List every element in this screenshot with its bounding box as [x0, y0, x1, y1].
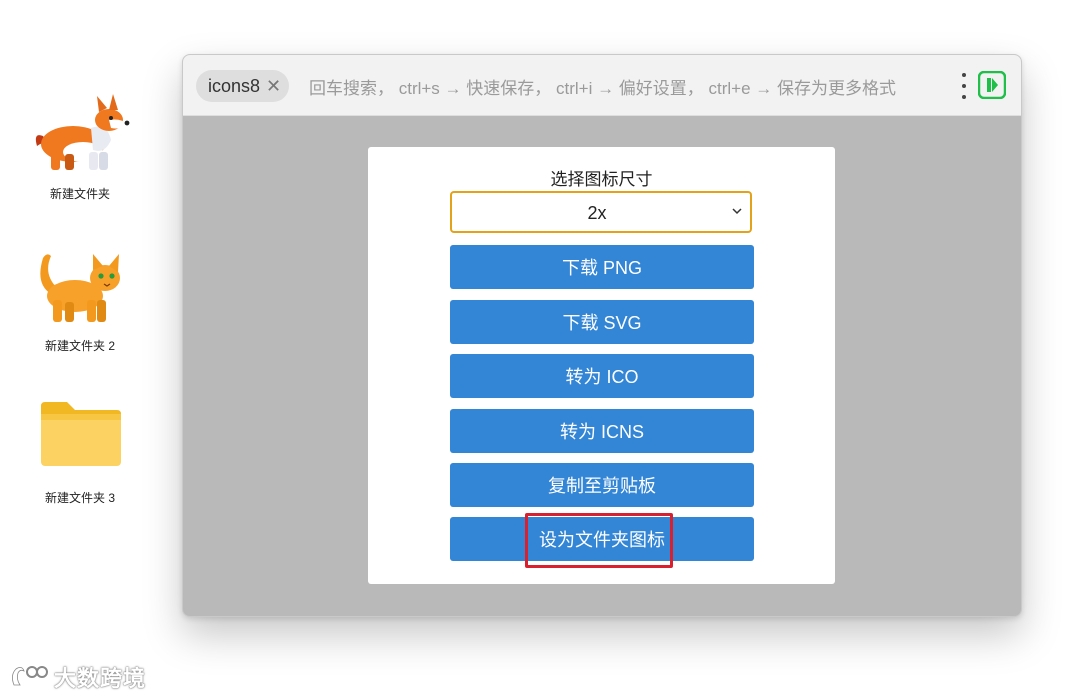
icon-size-value: 2x: [587, 203, 607, 223]
plugin-logo-icon[interactable]: [978, 71, 1006, 99]
search-hint[interactable]: 回车搜索， ctrl+s → 快速保存， ctrl+i → 偏好设置， ctrl…: [309, 74, 964, 99]
copy-to-clipboard-button[interactable]: 复制至剪贴板: [450, 463, 754, 507]
corgi-icon: [35, 94, 130, 170]
highlight-box: [525, 513, 673, 568]
more-options-icon[interactable]: [961, 73, 967, 99]
desktop-item-folder-2[interactable]: 新建文件夹 2: [25, 244, 135, 354]
chevron-down-icon: [732, 208, 742, 215]
download-svg-button[interactable]: 下载 SVG: [450, 300, 754, 344]
search-chip[interactable]: icons8 ✕: [196, 70, 290, 102]
convert-ico-button[interactable]: 转为 ICO: [450, 354, 754, 398]
desktop-item-label: 新建文件夹 3: [44, 491, 115, 505]
download-png-button[interactable]: 下载 PNG: [450, 245, 754, 289]
panel-title: 选择图标尺寸: [550, 170, 653, 189]
convert-icns-button[interactable]: 转为 ICNS: [450, 409, 754, 453]
watermark: 大数跨境: [8, 661, 146, 693]
desktop-item-folder-1[interactable]: 新建文件夹: [25, 92, 135, 202]
watermark-text: 大数跨境: [54, 666, 147, 691]
icon-size-select[interactable]: 2x: [450, 191, 752, 233]
cat-icon: [40, 254, 120, 322]
search-bar: icons8 ✕ 回车搜索， ctrl+s → 快速保存， ctrl+i → 偏…: [183, 55, 1021, 116]
desktop-item-label: 新建文件夹: [49, 187, 110, 201]
desktop-item-folder-3[interactable]: 新建文件夹 3: [25, 396, 135, 506]
close-icon[interactable]: ✕: [266, 76, 281, 97]
desktop-item-label: 新建文件夹 2: [44, 339, 115, 353]
watermark-logo-icon: [12, 666, 48, 686]
search-chip-label: icons8: [208, 75, 261, 96]
folder-icon: [41, 402, 121, 466]
